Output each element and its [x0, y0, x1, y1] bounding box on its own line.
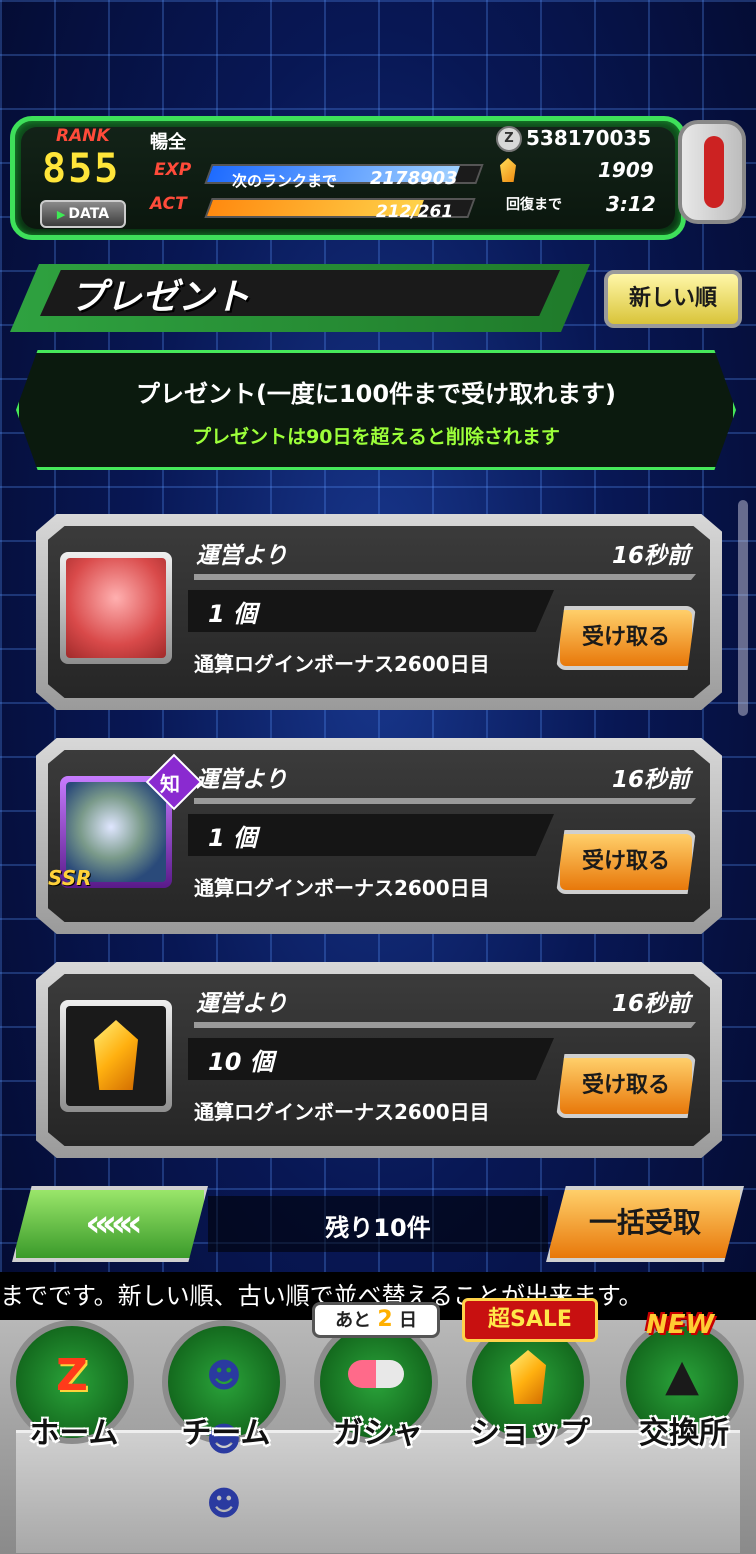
zeni-icon: Z — [496, 126, 522, 152]
gasha-days-badge: あと 2 日 — [312, 1302, 440, 1338]
badge-days: 2 — [377, 1307, 393, 1332]
remaining-count: 残り10件 — [325, 1214, 431, 1242]
card-divider — [194, 574, 696, 580]
notice-limit-text: プレゼント(一度に100件まで受け取れます) — [135, 380, 617, 408]
zeni-value: 538170035 — [526, 126, 652, 150]
rank-value: 855 — [42, 146, 121, 192]
nav-label: ガシャ — [333, 1416, 423, 1451]
present-time: 16秒前 — [611, 991, 690, 1017]
receive-all-button[interactable]: 一括受取 — [546, 1186, 744, 1262]
capsule-item-icon — [66, 558, 166, 658]
player-name: 暢全 — [150, 132, 186, 153]
data-button[interactable]: ▶ DATA — [40, 200, 126, 228]
exp-label: EXP — [154, 160, 192, 180]
present-quantity: 1 個 — [208, 600, 258, 628]
page-title: プレゼント — [70, 277, 251, 318]
notice-expiry-text: プレゼントは90日を超えると削除されます — [192, 426, 560, 448]
nav-label: ホーム — [29, 1416, 119, 1451]
nav-home[interactable]: Z ホーム — [4, 1316, 144, 1456]
nav-label: ショップ — [470, 1416, 590, 1451]
z-logo-icon: Z — [56, 1350, 88, 1401]
stone-count: 1909 — [598, 158, 654, 182]
sort-order-button[interactable]: 新しい順 — [604, 270, 742, 328]
badge-prefix: あと — [335, 1310, 372, 1331]
dragon-stone-icon — [496, 1344, 560, 1408]
present-card: 運営より 16秒前 10 個 通算ログインボーナス2600日目 受け取る — [36, 962, 722, 1158]
present-description: 通算ログインボーナス2600日目 — [194, 876, 490, 900]
nav-team[interactable]: ☻☻☻ チーム — [156, 1316, 296, 1524]
nav-label: 交換所 — [639, 1416, 729, 1451]
present-sender: 運営より — [196, 991, 288, 1017]
present-sender: 運営より — [196, 767, 288, 793]
exp-next-label: 次のランクまで — [232, 172, 338, 190]
rank-label: RANK — [56, 126, 110, 146]
recover-label: 回復まで — [506, 197, 562, 213]
thumbnail-background — [66, 1006, 166, 1106]
receive-button[interactable]: 受け取る — [556, 606, 696, 670]
present-description: 通算ログインボーナス2600日目 — [194, 652, 490, 676]
back-button[interactable]: ««« — [12, 1186, 208, 1262]
recover-time: 3:12 — [606, 192, 656, 216]
summon-capsule-icon — [344, 1344, 408, 1408]
nav-label: チーム — [181, 1416, 271, 1451]
present-sender: 運営より — [196, 543, 288, 569]
data-button-label: DATA — [68, 206, 110, 222]
shopkeeper-icon: ▲ — [665, 1350, 699, 1401]
card-divider — [194, 798, 696, 804]
item-thumbnail-frame — [60, 552, 172, 664]
present-card: 運営より 16秒前 1 個 通算ログインボーナス2600日目 受け取る — [36, 514, 722, 710]
present-time: 16秒前 — [611, 543, 690, 569]
exchange-new-badge: NEW — [646, 1310, 715, 1340]
notice-box — [16, 350, 736, 470]
receive-button[interactable]: 受け取る — [556, 1054, 696, 1118]
act-value: 212/261 — [376, 202, 454, 222]
present-description: 通算ログインボーナス2600日目 — [194, 1100, 490, 1124]
scrollbar[interactable] — [738, 500, 748, 716]
receive-button[interactable]: 受け取る — [556, 830, 696, 894]
play-icon: ▶ — [56, 208, 66, 221]
menu-capsule-button[interactable] — [678, 120, 746, 224]
item-thumbnail-frame — [60, 1000, 172, 1112]
present-card: 知 SSR 運営より 16秒前 1 個 通算ログインボーナス2600日目 受け取… — [36, 738, 722, 934]
rarity-badge: SSR — [48, 866, 92, 890]
exp-next-value: 2178903 — [370, 168, 458, 189]
dragon-stone-item-icon — [94, 1020, 138, 1090]
act-label: ACT — [150, 194, 187, 214]
card-divider — [194, 1022, 696, 1028]
capsule-core — [704, 136, 724, 208]
present-quantity: 10 個 — [208, 1048, 274, 1076]
present-time: 16秒前 — [611, 767, 690, 793]
shop-sale-badge: 超SALE — [462, 1298, 598, 1342]
badge-suffix: 日 — [398, 1310, 417, 1331]
team-characters-icon: ☻☻☻ — [206, 1356, 242, 1524]
present-quantity: 1 個 — [208, 824, 258, 852]
type-badge: 知 — [160, 772, 180, 796]
